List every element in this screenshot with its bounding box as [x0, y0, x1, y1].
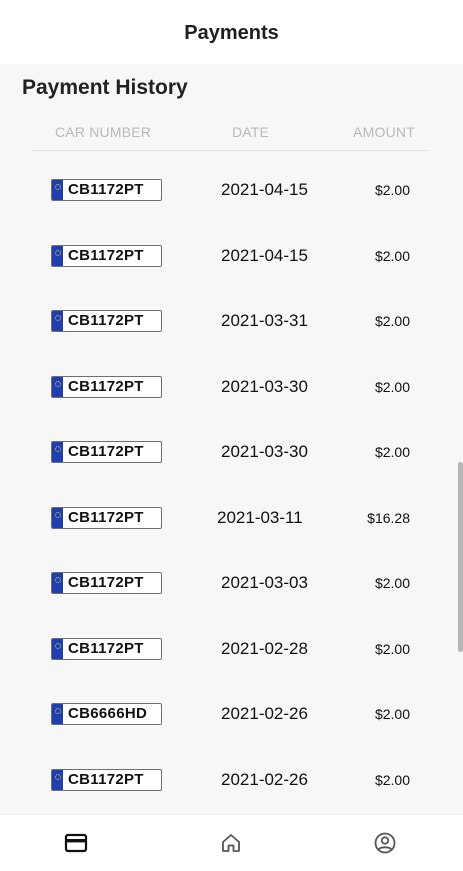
eu-flag-icon [52, 638, 63, 659]
payment-row[interactable]: CB1172PT 2021-03-31 $2.00 [0, 289, 463, 355]
payment-amount: $2.00 [374, 640, 410, 657]
eu-flag-icon [52, 507, 63, 528]
plate-number: CB6666HD [68, 705, 148, 722]
payment-row[interactable]: CB1172PT 2021-02-26 $2.00 [0, 748, 463, 814]
payment-row[interactable]: CB1172PT 2021-03-30 $2.00 [0, 355, 463, 421]
payment-amount: $2.00 [374, 771, 410, 788]
payment-amount: $2.00 [374, 444, 410, 460]
license-plate: CB1172PT [51, 179, 162, 201]
payment-date: 2021-03-30 [221, 442, 308, 461]
license-plate: CB1172PT [51, 506, 162, 529]
nav-home-button[interactable] [218, 830, 244, 856]
payment-row[interactable]: CB1172PT 2021-04-15 $2.00 [0, 158, 463, 224]
license-plate: CB1172PT [51, 441, 162, 463]
page-title: Payments [184, 21, 279, 44]
payment-row[interactable]: CB1172PT 2021-04-15 $2.00 [0, 224, 463, 290]
payment-row[interactable]: CB1172PT 2021-03-30 $2.00 [0, 420, 463, 486]
license-plate: CB1172PT [51, 768, 162, 791]
nav-payments-button[interactable] [63, 830, 89, 856]
payment-amount: $2.00 [374, 247, 410, 264]
payment-row[interactable]: CB1172PT 2021-03-11 $16.28 [0, 486, 463, 552]
license-plate: CB1172PT [51, 572, 162, 594]
payment-amount: $2.00 [374, 182, 410, 198]
column-header-car-number: CAR NUMBER [55, 124, 152, 140]
eu-flag-icon [52, 704, 63, 724]
app-screen: Payments Payment History CAR NUMBER DATE… [0, 0, 463, 871]
eu-flag-icon [52, 769, 63, 790]
payment-amount: $2.00 [374, 313, 410, 329]
payment-amount: $16.28 [367, 509, 410, 526]
payment-list: CB1172PT 2021-04-15 $2.00 CB1172PT 2021-… [0, 158, 463, 813]
eu-flag-icon [52, 442, 63, 462]
section-title: Payment History [22, 76, 188, 99]
eu-flag-icon [52, 245, 63, 266]
payment-date: 2021-03-30 [221, 376, 308, 396]
column-header-amount: AMOUNT [353, 124, 415, 140]
license-plate: CB1172PT [51, 375, 162, 398]
payment-date: 2021-02-26 [221, 704, 308, 723]
payment-amount: $2.00 [374, 706, 410, 722]
payment-amount: $2.00 [374, 575, 410, 591]
plate-number: CB1172PT [68, 639, 144, 657]
payment-date: 2021-02-26 [221, 769, 308, 789]
top-app-bar: Payments [0, 0, 463, 64]
plate-number: CB1172PT [68, 377, 144, 395]
license-plate: CB6666HD [51, 703, 162, 725]
payment-date: 2021-04-15 [221, 245, 308, 265]
home-icon [222, 834, 240, 852]
payment-date: 2021-03-11 [217, 507, 303, 527]
payment-row[interactable]: CB6666HD 2021-02-26 $2.00 [0, 682, 463, 748]
column-header-date: DATE [232, 124, 270, 140]
credit-card-icon [64, 833, 88, 853]
bottom-navigation [0, 814, 463, 871]
eu-flag-icon [52, 311, 63, 331]
payment-row[interactable]: CB1172PT 2021-03-03 $2.00 [0, 551, 463, 617]
payment-date: 2021-04-15 [221, 180, 308, 199]
payment-date: 2021-02-28 [221, 638, 308, 658]
payment-history-panel[interactable]: Payment History CAR NUMBER DATE AMOUNT C… [0, 64, 463, 814]
plate-number: CB1172PT [68, 443, 144, 460]
payment-date: 2021-03-31 [221, 311, 308, 330]
license-plate: CB1172PT [51, 637, 162, 660]
payment-row[interactable]: CB1172PT 2021-02-28 $2.00 [0, 617, 463, 683]
eu-flag-icon [52, 180, 63, 200]
license-plate: CB1172PT [51, 244, 162, 267]
account-circle-icon [374, 832, 396, 854]
table-header: CAR NUMBER DATE AMOUNT [33, 124, 429, 151]
license-plate: CB1172PT [51, 310, 162, 332]
plate-number: CB1172PT [68, 574, 144, 591]
plate-number: CB1172PT [68, 508, 144, 526]
scrollbar-thumb[interactable] [458, 462, 463, 652]
plate-number: CB1172PT [68, 181, 144, 198]
eu-flag-icon [52, 376, 63, 397]
plate-number: CB1172PT [68, 770, 144, 788]
plate-number: CB1172PT [68, 312, 144, 329]
plate-number: CB1172PT [68, 246, 144, 264]
eu-flag-icon [52, 573, 63, 593]
nav-account-button[interactable] [372, 830, 398, 856]
payment-date: 2021-03-03 [221, 573, 308, 592]
payment-amount: $2.00 [374, 378, 410, 395]
